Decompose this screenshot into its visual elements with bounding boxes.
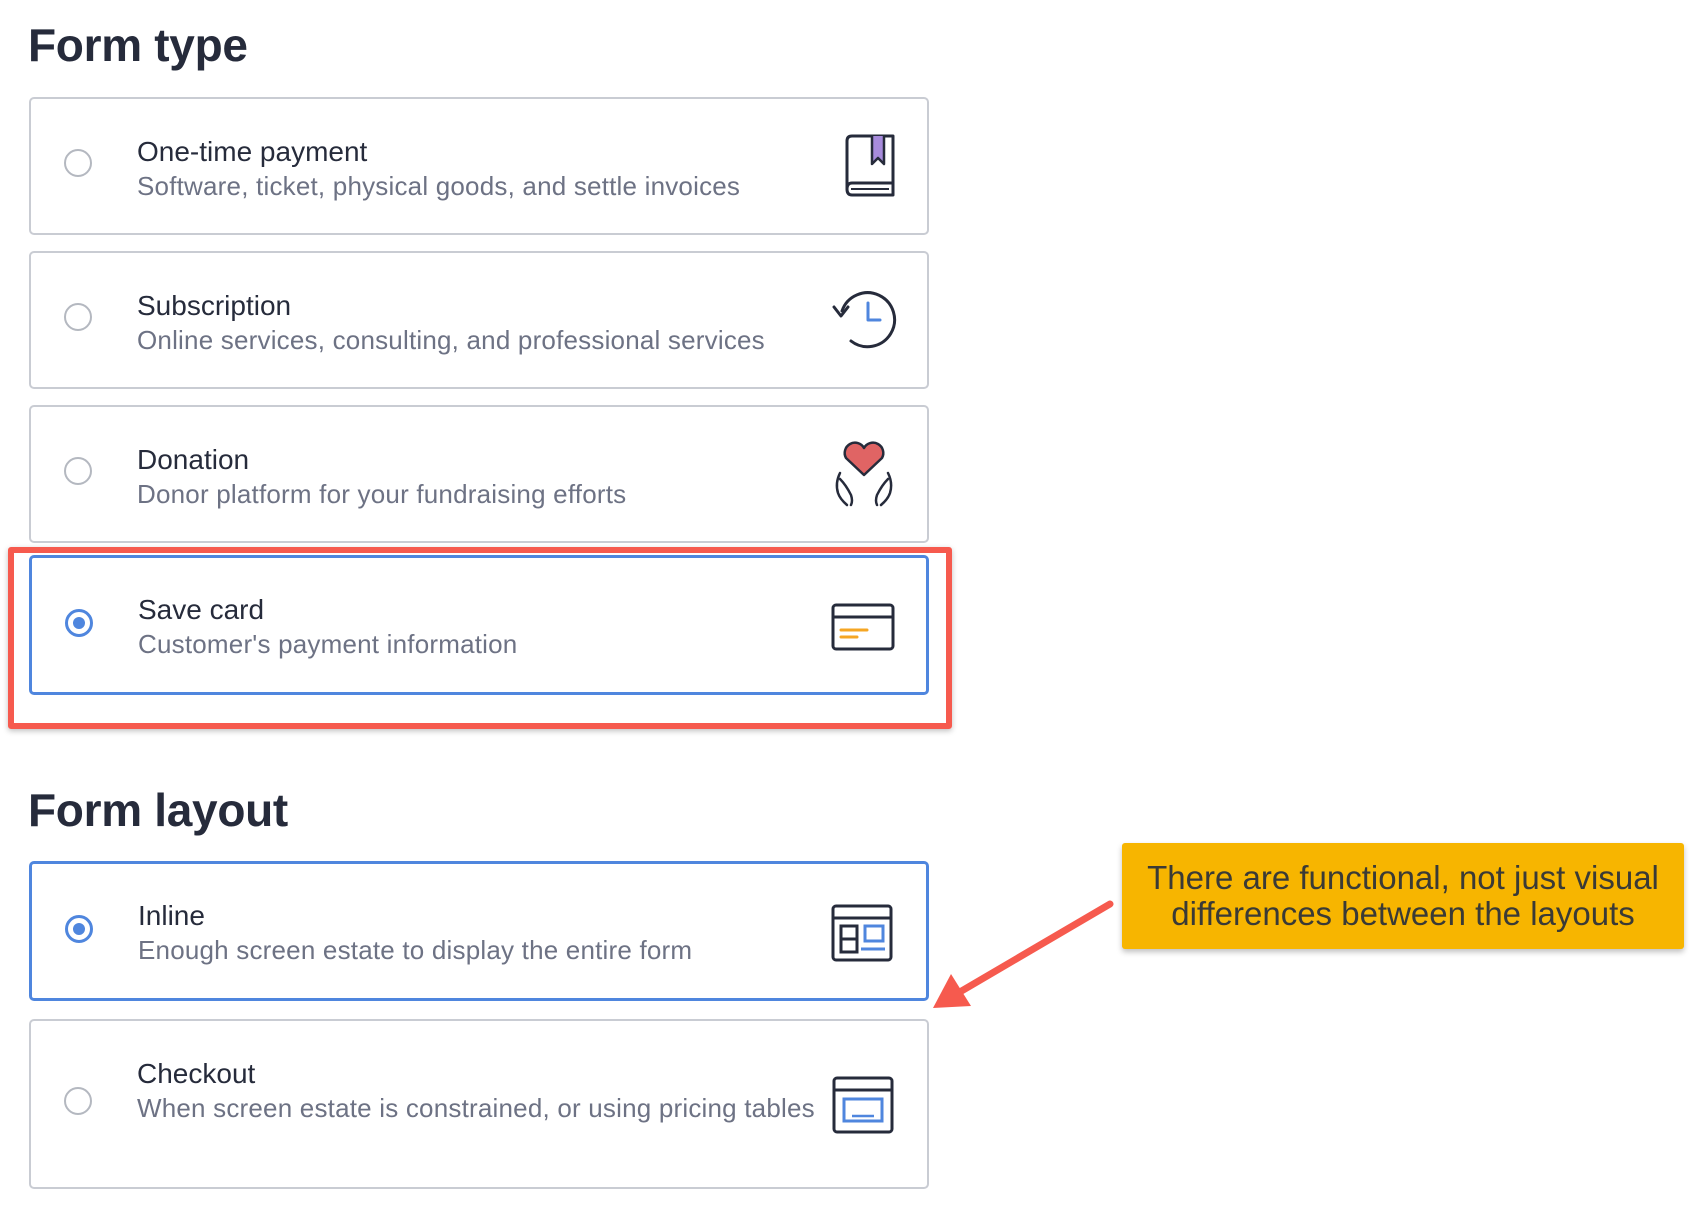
option-donation[interactable]: Donation Donor platform for your fundrai… (29, 405, 929, 543)
option-label: Checkout (137, 1058, 256, 1089)
form-type-heading: Form type (28, 19, 248, 71)
option-checkout[interactable]: Checkout When screen estate is constrain… (29, 1019, 929, 1189)
checkout-window-icon (832, 1076, 894, 1134)
option-label: Inline (138, 900, 205, 931)
form-layout-heading: Form layout (28, 784, 288, 836)
option-description: Software, ticket, physical goods, and se… (137, 171, 741, 201)
radio-subscription[interactable] (64, 303, 92, 331)
option-description: Online services, consulting, and profess… (137, 325, 765, 355)
highlight-box (8, 547, 952, 729)
clock-history-icon (832, 291, 897, 349)
radio-checkout[interactable] (64, 1087, 92, 1115)
radio-one-time-payment[interactable] (64, 149, 92, 177)
option-subscription[interactable]: Subscription Online services, consulting… (29, 251, 929, 389)
option-description: Enough screen estate to display the enti… (138, 935, 693, 965)
option-description: When screen estate is constrained, or us… (137, 1093, 815, 1123)
option-label: One-time payment (137, 136, 368, 167)
option-one-time-payment[interactable]: One-time payment Software, ticket, physi… (29, 97, 929, 235)
option-label: Donation (137, 444, 250, 475)
option-inline[interactable]: Inline Enough screen estate to display t… (29, 861, 929, 1001)
radio-inline[interactable] (65, 915, 93, 943)
inline-layout-icon (831, 904, 893, 962)
heart-hands-icon (835, 441, 893, 507)
annotation-arrow (933, 900, 1114, 1008)
radio-donation[interactable] (64, 457, 92, 485)
option-label: Subscription (137, 290, 292, 321)
option-description: Donor platform for your fundraising effo… (137, 479, 627, 509)
book-bookmark-icon (845, 134, 895, 197)
annotation-callout: There are functional, not just visual di… (1122, 843, 1684, 949)
